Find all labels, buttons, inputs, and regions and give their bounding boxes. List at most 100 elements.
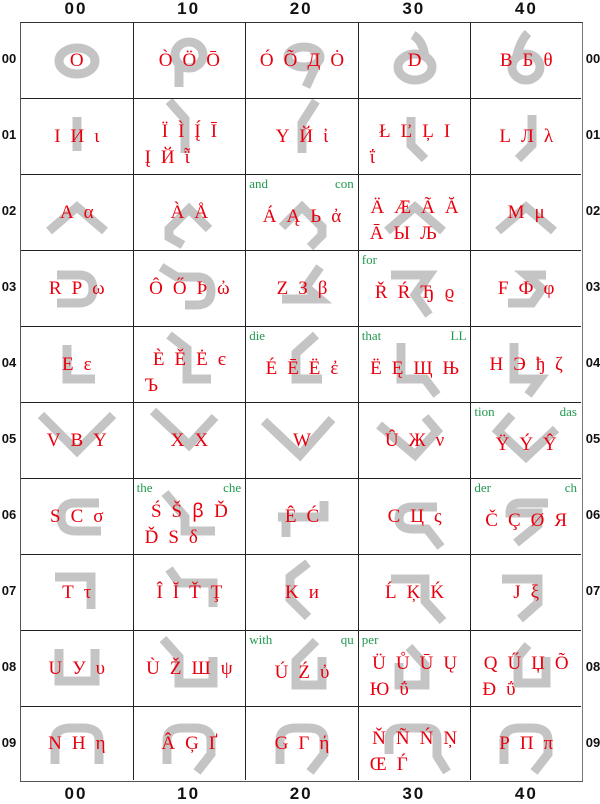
- abbreviation-tag-right: con: [335, 176, 354, 191]
- glyph-cell: ZЗβ: [246, 251, 359, 327]
- glyph-character: Њ: [442, 357, 460, 379]
- glyph-character: Ȯ: [330, 49, 345, 71]
- glyph-character: ϱ: [444, 281, 455, 303]
- glyph-character: Ф: [518, 277, 534, 299]
- column-label-top: 20: [289, 0, 313, 18]
- glyph-cell: ÈĚĖє Ъ: [133, 327, 247, 403]
- glyph-character: Ã: [421, 196, 435, 218]
- glyph-character: D: [407, 49, 422, 71]
- glyph-character: Д: [307, 49, 321, 71]
- glyph-character: Я: [554, 509, 568, 531]
- glyph-character: ς: [434, 505, 442, 527]
- glyph-character: Q: [483, 652, 498, 674]
- glyph-character: Ђ: [420, 281, 435, 303]
- glyph-character: Ò: [158, 49, 173, 71]
- row-label-right: 02: [585, 203, 600, 218]
- glyph-character: У: [72, 657, 86, 679]
- glyph-character: η: [95, 732, 106, 754]
- row-label-right: 01: [585, 127, 600, 142]
- glyph-cell: ÓÕДȮ: [246, 23, 359, 99]
- glyph-character: Č: [485, 509, 498, 531]
- glyph-character: Ĭ: [172, 581, 180, 603]
- column-label-bottom: 20: [289, 784, 313, 803]
- glyph-cell: YЙἰ: [246, 99, 359, 175]
- glyph-character: Ď: [144, 526, 159, 548]
- glyph-character: Ę: [391, 357, 404, 379]
- glyph-character: Y: [275, 125, 290, 147]
- glyph-character: φ: [543, 277, 555, 299]
- glyph-cell: ÂĢҐ: [133, 707, 247, 780]
- glyph-cell: ÊĆ: [246, 479, 359, 555]
- glyph-character: ζ: [554, 353, 563, 375]
- glyph-character: ΰ: [506, 678, 516, 700]
- glyph-cell: Mμ: [471, 175, 581, 251]
- glyph-character: Ą: [286, 205, 301, 227]
- glyph-character: Л: [520, 125, 534, 147]
- glyph-character: ι: [94, 125, 100, 147]
- glyph-cell: GΓή: [246, 707, 359, 780]
- glyph-cell: NHη: [21, 707, 134, 780]
- glyph-character: Ù: [146, 657, 160, 679]
- glyph-character: Ø: [530, 509, 545, 531]
- glyph-cell: CЦς: [358, 479, 472, 555]
- glyph-cell: O: [21, 23, 134, 99]
- glyph-character: Į: [144, 146, 151, 168]
- glyph-cell: D: [358, 23, 472, 99]
- glyph-group: ÊĆ: [250, 504, 354, 530]
- glyph-character: Đ: [482, 678, 497, 700]
- glyph-character: ꞵ: [192, 500, 205, 522]
- glyph-group: ŇÑŃŅ ŒЃ: [363, 726, 467, 778]
- glyph-character: Ì: [178, 120, 185, 142]
- glyph-group: ŘŔЂϱ: [363, 280, 467, 306]
- glyph-cell: ÀÅ: [133, 175, 247, 251]
- glyph-character: α: [83, 201, 94, 223]
- glyph-character: И: [70, 125, 85, 147]
- column-label-bottom: 40: [514, 784, 538, 803]
- row-label-right: 00: [585, 51, 600, 66]
- glyph-character: П: [519, 732, 534, 754]
- glyph-character: ὐ: [319, 661, 330, 683]
- glyph-character: В: [499, 49, 513, 71]
- glyph-character: Į́: [194, 120, 201, 142]
- glyph-character: Ñ: [395, 727, 410, 749]
- glyph-character: I: [443, 120, 451, 142]
- glyph-character: Ā: [369, 222, 384, 244]
- glyph-character: Ö: [182, 49, 197, 71]
- glyph-cell: W: [246, 403, 359, 479]
- glyph-character: U: [48, 657, 63, 679]
- glyph-character: ῗ: [184, 146, 190, 168]
- glyph-character: υ: [95, 657, 106, 679]
- glyph-character: J: [513, 581, 521, 603]
- glyph-character: Э: [513, 353, 526, 375]
- row-label-right: 05: [585, 431, 600, 446]
- glyph-character: δ: [188, 526, 198, 548]
- glyph-character: M: [507, 201, 525, 223]
- glyph-cell: Ï Ì Į́ Ī Į Йῗ: [133, 99, 247, 175]
- row-label-right: 03: [585, 279, 600, 294]
- row-label-left: 07: [1, 583, 17, 598]
- glyph-character: Ŕ: [397, 281, 411, 303]
- glyph-cell: that LL Ë Ę Щ Њ: [358, 327, 472, 403]
- glyph-character: Ÿ: [495, 433, 510, 455]
- row-label-left: 08: [1, 659, 17, 674]
- glyph-cell: with qu Ú Źὐ: [246, 631, 359, 707]
- glyph-group: ËĘЩЊ: [363, 356, 467, 382]
- glyph-character: Ē: [287, 357, 299, 379]
- glyph-cell: FФφ: [471, 251, 581, 327]
- glyph-group: Aα: [25, 200, 129, 226]
- glyph-character: Υ: [93, 429, 107, 451]
- glyph-character: Ő: [172, 277, 187, 299]
- abbreviation-tag-right: das: [559, 404, 577, 419]
- glyph-cell: per Ü Ů Ū Ų Юΰ: [358, 631, 472, 707]
- glyph-group: PПπ: [475, 731, 577, 757]
- glyph-character: ψ: [220, 657, 233, 679]
- glyph-cell: Eε: [21, 327, 134, 403]
- glyph-character: Ь: [310, 205, 322, 227]
- glyph-character: Ł: [379, 120, 391, 142]
- glyph-character: Џ: [531, 652, 545, 674]
- glyph-character: Ű: [507, 652, 522, 674]
- row-label-left: 06: [1, 507, 17, 522]
- glyph-character: Ė: [196, 348, 208, 370]
- glyph-character: ὠ: [217, 277, 230, 299]
- glyph-cell: the che Ś Šꞵ Ď Ď Sδ: [133, 479, 247, 555]
